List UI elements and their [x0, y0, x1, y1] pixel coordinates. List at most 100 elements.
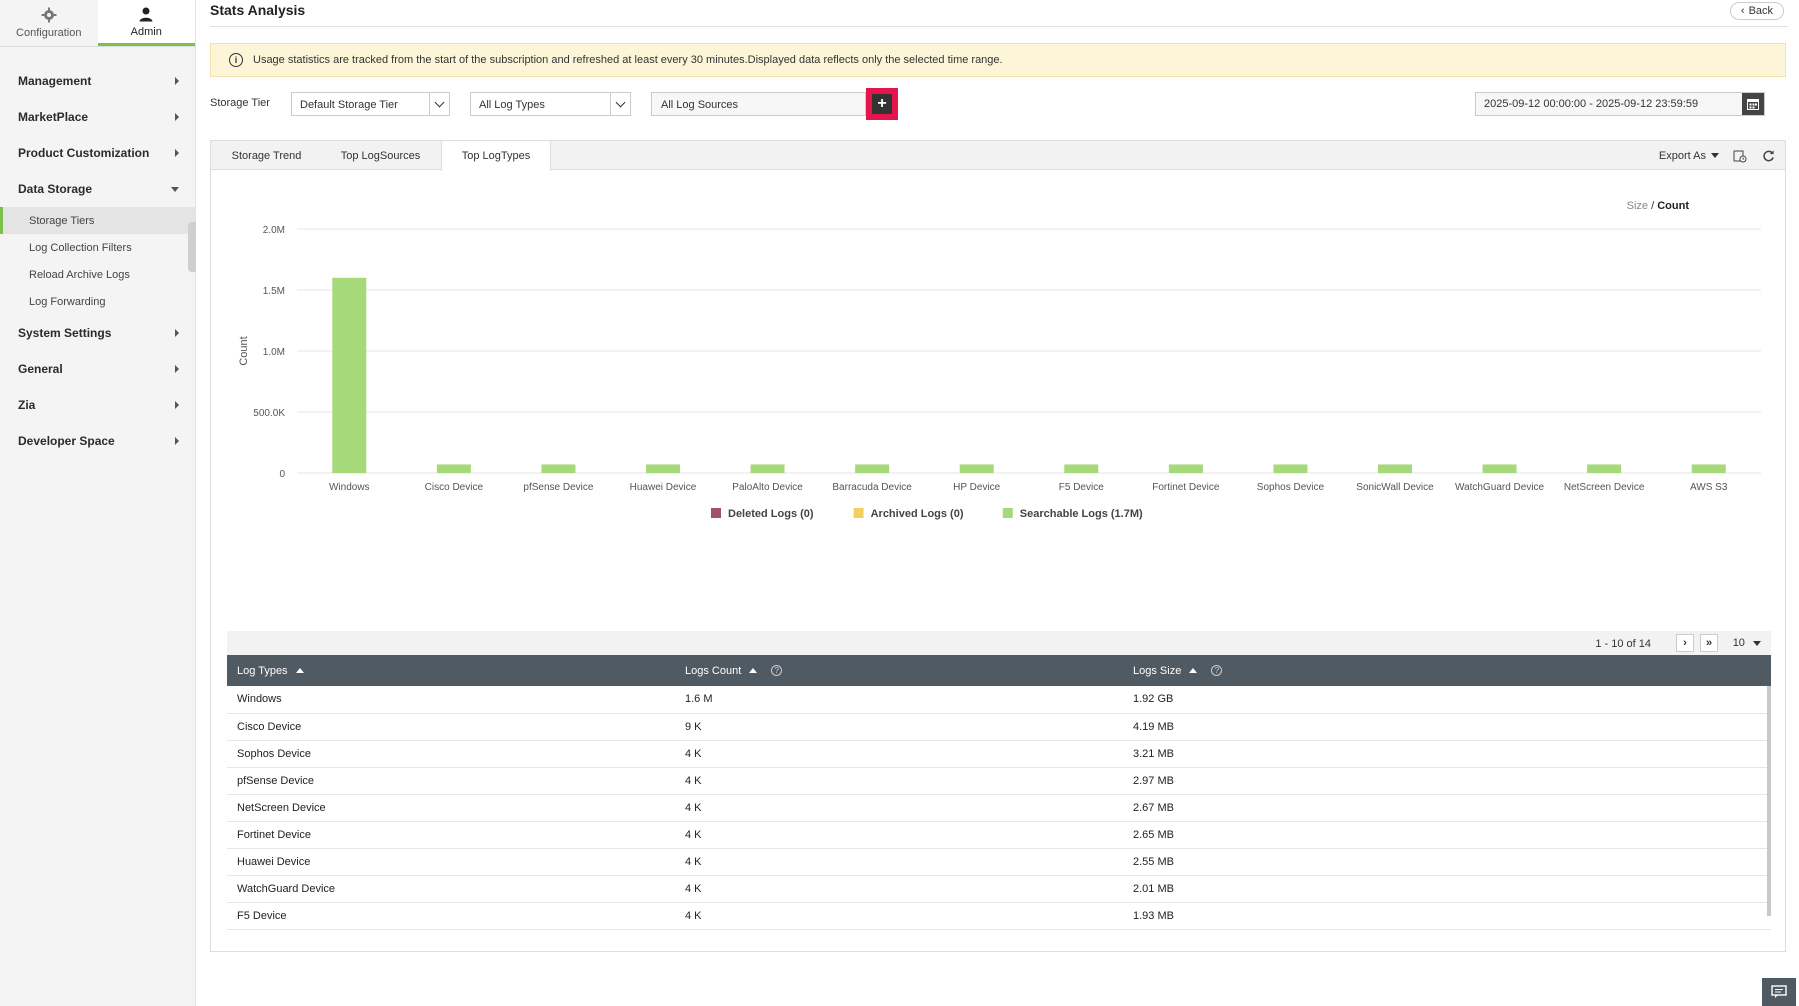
- sidebar-item-marketplace[interactable]: MarketPlace: [0, 99, 195, 135]
- export-as-button[interactable]: Export As: [1659, 150, 1719, 162]
- sidebar-item-product-customization[interactable]: Product Customization: [0, 135, 195, 171]
- x-tick-label: AWS S3: [1690, 482, 1728, 493]
- storage-tier-value: Default Storage Tier: [300, 99, 398, 111]
- x-tick-label: NetScreen Device: [1564, 482, 1645, 493]
- last-page-button[interactable]: »: [1700, 634, 1718, 652]
- bar: [1482, 464, 1517, 473]
- table-row[interactable]: Fortinet Device 4 K 2.65 MB: [227, 821, 1771, 849]
- sort-asc-icon: [1189, 668, 1198, 674]
- configuration-tab[interactable]: Configuration: [0, 0, 98, 46]
- log-types-value: All Log Types: [479, 99, 545, 111]
- table-scrollbar[interactable]: [1767, 686, 1771, 916]
- sidebar-item-general[interactable]: General: [0, 351, 195, 387]
- logs-count-cell: 4 K: [675, 767, 1123, 795]
- sidebar-subitem-log-forwarding[interactable]: Log Forwarding: [0, 288, 195, 315]
- admin-tab[interactable]: Admin: [97, 0, 195, 46]
- sort-asc-icon: [295, 668, 304, 674]
- bar: [1273, 464, 1308, 473]
- log-type-cell: WatchGuard Device: [227, 875, 675, 903]
- sidebar-subitem-storage-tiers[interactable]: Storage Tiers: [0, 207, 195, 234]
- log-types-select[interactable]: All Log Types: [470, 92, 631, 116]
- sidebar-item-zia[interactable]: Zia: [0, 387, 195, 423]
- page-title: Stats Analysis: [210, 2, 306, 18]
- next-page-button[interactable]: ›: [1676, 634, 1694, 652]
- legend-swatch: [1002, 508, 1013, 518]
- table-row[interactable]: Sophos Device 4 K 3.21 MB: [227, 740, 1771, 768]
- sidebar-item-label: Management: [18, 74, 92, 88]
- logs-count-cell: 4 K: [675, 875, 1123, 903]
- table-row[interactable]: Huawei Device 4 K 2.55 MB: [227, 848, 1771, 876]
- bar: [959, 464, 994, 473]
- sidebar-subitem-log-collection-filters[interactable]: Log Collection Filters: [0, 234, 195, 261]
- table-row[interactable]: F5 Device 4 K 1.93 MB: [227, 902, 1771, 930]
- table-row[interactable]: Cisco Device 9 K 4.19 MB: [227, 713, 1771, 741]
- log-sources-field[interactable]: All Log Sources: [651, 92, 866, 116]
- x-tick-label: Barracuda Device: [832, 482, 912, 493]
- sidebar-item-system-settings[interactable]: System Settings: [0, 315, 195, 351]
- sidebar-item-label: Developer Space: [18, 434, 115, 448]
- admin-label: Admin: [130, 25, 162, 38]
- table-row[interactable]: WatchGuard Device 4 K 2.01 MB: [227, 875, 1771, 903]
- col-label: Log Types: [237, 664, 288, 677]
- legend-label: Deleted Logs (0): [728, 508, 814, 520]
- add-log-source-button[interactable]: +: [866, 88, 898, 120]
- col-log-types[interactable]: Log Types: [227, 655, 675, 686]
- log-type-cell: NetScreen Device: [227, 794, 675, 822]
- logtypes-table: Log Types Logs Count? Logs Size? Windows…: [227, 655, 1771, 930]
- x-tick-label: Cisco Device: [425, 482, 484, 493]
- y-tick-label: 1.5M: [263, 286, 285, 297]
- log-type-cell: Cisco Device: [227, 713, 675, 741]
- y-tick-label: 2.0M: [263, 225, 285, 236]
- title-divider: [210, 26, 1788, 27]
- table-row[interactable]: NetScreen Device 4 K 2.67 MB: [227, 794, 1771, 822]
- chevron-right-icon: [175, 77, 179, 85]
- chevron-right-icon: [175, 329, 179, 337]
- configuration-label: Configuration: [16, 27, 82, 39]
- back-button[interactable]: ‹ Back: [1730, 2, 1784, 20]
- table-row[interactable]: pfSense Device 4 K 2.97 MB: [227, 767, 1771, 795]
- chat-button[interactable]: [1762, 978, 1796, 1006]
- sidebar-item-label: MarketPlace: [18, 110, 89, 124]
- sidebar-item-data-storage[interactable]: Data Storage: [0, 171, 195, 207]
- col-logs-count[interactable]: Logs Count?: [675, 655, 1123, 686]
- log-type-cell: pfSense Device: [227, 767, 675, 795]
- tab-storage-trend[interactable]: Storage Trend: [211, 141, 322, 170]
- table-pager: 1 - 10 of 14 › » 10: [227, 631, 1771, 655]
- x-tick-label: Huawei Device: [630, 482, 697, 493]
- refresh-icon[interactable]: [1761, 149, 1775, 163]
- chat-icon: [1771, 985, 1787, 998]
- sidebar: Configuration Admin Management MarketPla…: [0, 0, 196, 1006]
- tab-top-logtypes[interactable]: Top LogTypes: [441, 141, 551, 171]
- logs-size-cell: 1.92 GB: [1123, 686, 1771, 714]
- schedule-report-icon[interactable]: [1733, 149, 1747, 163]
- sidebar-collapse-handle[interactable]: [188, 222, 196, 272]
- page-size-value: 10: [1732, 637, 1745, 649]
- tab-top-logsources[interactable]: Top LogSources: [322, 141, 439, 170]
- logs-size-cell: 3.21 MB: [1123, 740, 1771, 768]
- sidebar-subitem-reload-archive-logs[interactable]: Reload Archive Logs: [0, 261, 195, 288]
- table-row[interactable]: Windows 1.6 M 1.92 GB: [227, 686, 1771, 714]
- x-tick-label: SonicWall Device: [1356, 482, 1434, 493]
- info-banner: i Usage statistics are tracked from the …: [210, 43, 1786, 77]
- calendar-icon[interactable]: [1742, 93, 1764, 115]
- sidebar-item-developer-space[interactable]: Developer Space: [0, 423, 195, 459]
- chevron-right-icon: [175, 365, 179, 373]
- date-range-field[interactable]: 2025-09-12 00:00:00 - 2025-09-12 23:59:5…: [1475, 92, 1765, 116]
- log-type-cell: Fortinet Device: [227, 821, 675, 849]
- chevron-down-icon: [1753, 640, 1761, 646]
- col-logs-size[interactable]: Logs Size?: [1123, 655, 1771, 686]
- logs-size-cell: 2.97 MB: [1123, 767, 1771, 795]
- sidebar-item-label: Data Storage: [18, 182, 93, 196]
- bar: [1168, 464, 1203, 473]
- storage-tier-select[interactable]: Default Storage Tier: [291, 92, 450, 116]
- chevron-left-icon: ‹: [1740, 5, 1745, 17]
- log-sources-value: All Log Sources: [661, 99, 739, 111]
- logs-size-cell: 2.67 MB: [1123, 794, 1771, 822]
- help-icon[interactable]: ?: [1211, 665, 1223, 677]
- help-icon[interactable]: ?: [771, 665, 783, 677]
- page-size-select[interactable]: 10: [1733, 637, 1761, 649]
- logs-count-cell: 4 K: [675, 821, 1123, 849]
- sidebar-item-management[interactable]: Management: [0, 63, 195, 99]
- bar: [646, 464, 680, 473]
- date-range-value: 2025-09-12 00:00:00 - 2025-09-12 23:59:5…: [1484, 98, 1699, 110]
